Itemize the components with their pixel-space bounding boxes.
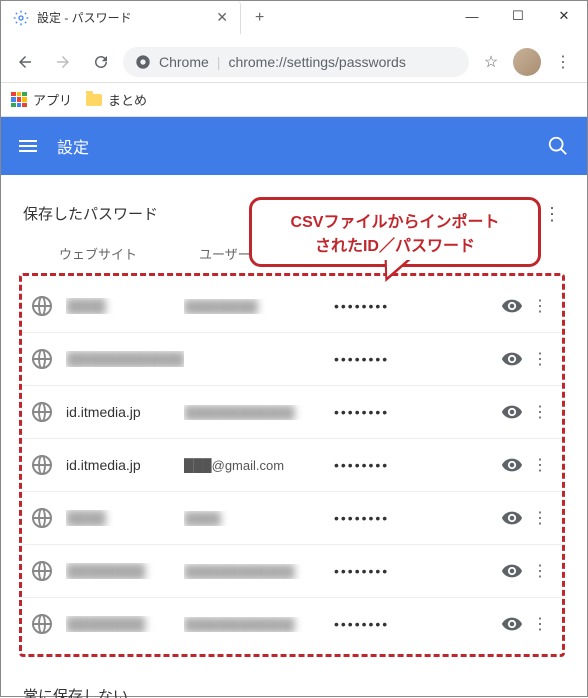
password-cell: •••••••• (334, 563, 500, 579)
site-cell[interactable]: ████ (66, 298, 184, 314)
row-menu-button[interactable]: ⋮ (528, 614, 552, 634)
row-menu-button[interactable]: ⋮ (528, 402, 552, 422)
password-cell: •••••••• (334, 510, 500, 526)
show-password-icon[interactable] (500, 347, 524, 371)
globe-icon (32, 349, 52, 369)
never-save-title: 常に保存しない (19, 673, 565, 698)
username-cell: ████████ (184, 299, 334, 314)
row-menu-button[interactable]: ⋮ (528, 508, 552, 528)
address-bar[interactable]: Chrome | chrome://settings/passwords (123, 47, 469, 77)
globe-icon (32, 614, 52, 634)
password-row: ████████████••••••••⋮ (22, 280, 562, 332)
chrome-icon (135, 54, 151, 70)
apps-shortcut[interactable]: アプリ (11, 90, 72, 109)
site-cell[interactable]: ████ (66, 510, 184, 526)
site-cell[interactable]: ████████ (66, 563, 184, 579)
profile-avatar[interactable] (513, 48, 541, 76)
bookmark-folder[interactable]: まとめ (86, 90, 147, 109)
tab-title: 設定 - パスワード (37, 9, 208, 26)
page-title: 設定 (57, 134, 547, 158)
folder-icon (86, 94, 102, 106)
url-origin: Chrome (159, 54, 209, 70)
menu-button[interactable]: ⋮ (547, 46, 579, 78)
browser-tab[interactable]: 設定 - パスワード ✕ (1, 1, 241, 34)
url-path: chrome://settings/passwords (228, 54, 405, 70)
password-row: id.itmedia.jp████████████•••••••• ⋮ (22, 385, 562, 438)
site-cell[interactable]: id.itmedia.jp (66, 457, 184, 473)
menu-icon[interactable] (19, 140, 37, 152)
username-cell: ████████████ (184, 617, 334, 632)
settings-favicon (13, 10, 29, 26)
settings-header: 設定 (1, 117, 587, 175)
toolbar: Chrome | chrome://settings/passwords ☆ ⋮ (1, 41, 587, 83)
show-password-icon[interactable] (500, 559, 524, 583)
minimize-button[interactable]: — (449, 1, 495, 31)
bookmarks-bar: アプリ まとめ (1, 83, 587, 117)
bookmark-star-icon[interactable]: ☆ (475, 46, 507, 78)
highlighted-rows: ████████████••••••••⋮████████████•••••••… (19, 273, 565, 657)
globe-icon (32, 561, 52, 581)
window-titlebar: 設定 - パスワード ✕ + — ☐ ✕ (1, 1, 587, 41)
site-cell[interactable]: ████████ (66, 616, 184, 632)
section-menu-button[interactable]: ⋮ (543, 205, 561, 223)
password-row: ████████••••••••⋮ (22, 491, 562, 544)
username-cell: ████████████ (184, 405, 334, 420)
site-cell[interactable]: ████████████ (66, 351, 184, 367)
maximize-button[interactable]: ☐ (495, 1, 541, 31)
globe-icon (32, 296, 52, 316)
reload-button[interactable] (85, 46, 117, 78)
password-cell: •••••••• (334, 298, 500, 314)
show-password-icon[interactable] (500, 506, 524, 530)
row-menu-button[interactable]: ⋮ (528, 561, 552, 581)
globe-icon (32, 455, 52, 475)
col-website: ウェブサイト (59, 244, 199, 263)
tab-close-icon[interactable]: ✕ (216, 9, 228, 26)
window-controls: — ☐ ✕ (449, 1, 587, 31)
username-cell: ████ (184, 511, 334, 526)
new-tab-button[interactable]: + (241, 1, 278, 35)
show-password-icon[interactable] (500, 453, 524, 477)
section-title: 保存したパスワード (23, 203, 158, 224)
username-cell: ███@gmail.com (184, 458, 334, 473)
forward-button[interactable] (47, 46, 79, 78)
site-cell[interactable]: id.itmedia.jp (66, 404, 184, 420)
password-row: ████████████ •••••••• ⋮ (22, 332, 562, 385)
content-area: CSVファイルからインポート されたID／パスワード 保存したパスワード ⋮ ウ… (1, 175, 587, 698)
password-row: ████████████████████••••••••⋮ (22, 597, 562, 650)
show-password-icon[interactable] (500, 612, 524, 636)
password-cell: •••••••• (334, 404, 500, 420)
row-menu-button[interactable]: ⋮ (528, 349, 552, 369)
password-cell: •••••••• (334, 616, 500, 632)
globe-icon (32, 402, 52, 422)
password-cell: •••••••• (334, 457, 500, 473)
password-row: ████████████████████••••••••⋮ (22, 544, 562, 597)
show-password-icon[interactable] (500, 400, 524, 424)
show-password-icon[interactable] (500, 294, 524, 318)
apps-icon (11, 92, 27, 108)
row-menu-button[interactable]: ⋮ (528, 296, 552, 316)
username-cell: ████████████ (184, 564, 334, 579)
search-icon[interactable] (547, 135, 569, 157)
password-row: id.itmedia.jp███@gmail.com•••••••• ⋮ (22, 438, 562, 491)
row-menu-button[interactable]: ⋮ (528, 455, 552, 475)
close-window-button[interactable]: ✕ (541, 1, 587, 31)
back-button[interactable] (9, 46, 41, 78)
annotation-callout: CSVファイルからインポート されたID／パスワード (249, 197, 541, 267)
password-cell: •••••••• (334, 351, 500, 367)
globe-icon (32, 508, 52, 528)
